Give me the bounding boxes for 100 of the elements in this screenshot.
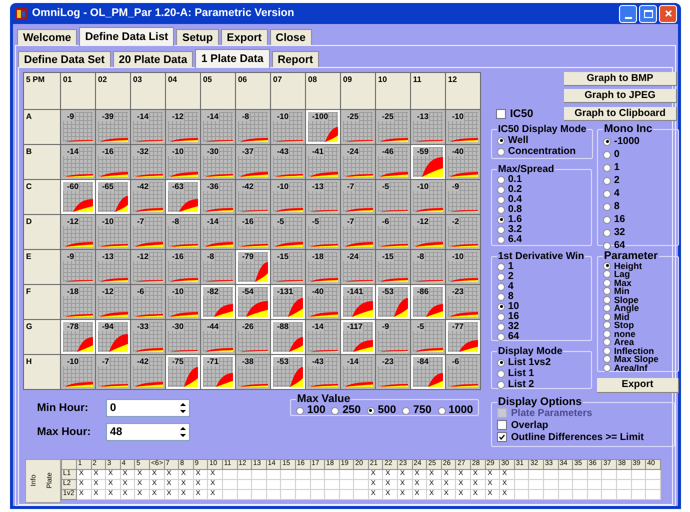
row-header: F — [24, 285, 60, 319]
check-icon — [498, 433, 506, 441]
curve-drawing — [135, 174, 163, 177]
well-value: -82 — [203, 287, 219, 296]
radio-button[interactable] — [497, 380, 505, 388]
graph-button[interactable]: Graph to Clipboard — [564, 107, 677, 122]
tab[interactable]: Define Data Set — [18, 51, 111, 67]
radio-button[interactable] — [603, 278, 611, 287]
row-header: E — [24, 250, 60, 284]
radio-button[interactable] — [603, 287, 611, 296]
radio-button[interactable] — [603, 228, 611, 236]
checkbox[interactable] — [497, 420, 507, 430]
curve-drawing — [345, 174, 373, 177]
spin-field[interactable]: 48 — [106, 423, 190, 441]
radio-button[interactable] — [402, 406, 410, 414]
radio-button[interactable] — [497, 302, 505, 310]
radio-button[interactable] — [497, 196, 505, 204]
well-value: -7 — [133, 217, 144, 226]
radio-button[interactable] — [497, 186, 505, 194]
spin-arrows-icon[interactable] — [179, 401, 187, 415]
radio-button[interactable] — [497, 292, 505, 300]
tab[interactable]: Welcome — [17, 29, 78, 45]
radio-button[interactable] — [603, 346, 611, 355]
well-value: -26 — [238, 322, 254, 331]
curve-drawing — [65, 174, 93, 177]
radio-button[interactable] — [603, 164, 611, 172]
radio-button[interactable] — [603, 330, 611, 338]
radio-button[interactable] — [603, 176, 611, 184]
radio-label: 1000 — [448, 405, 473, 416]
curve-drawing — [184, 367, 198, 387]
minimize-button[interactable] — [619, 4, 637, 22]
radio-button[interactable] — [603, 190, 611, 198]
radio-button[interactable] — [497, 176, 505, 184]
radio-button[interactable] — [497, 148, 505, 156]
radio-button[interactable] — [603, 364, 611, 372]
radio-label: -1000 — [614, 136, 640, 146]
radio-button[interactable] — [497, 206, 505, 214]
tab[interactable]: Close — [270, 29, 312, 45]
graph-button[interactable]: Graph to JPEG — [564, 89, 677, 103]
tab[interactable]: Export — [220, 29, 268, 45]
graph-button[interactable]: Graph to BMP — [564, 72, 677, 86]
curve-drawing — [100, 278, 128, 282]
spin-arrows-icon[interactable] — [179, 425, 187, 439]
tab[interactable]: Setup — [176, 29, 219, 45]
radio-label: 1 — [614, 162, 620, 172]
radio-button[interactable] — [497, 226, 505, 234]
checkbox[interactable] — [497, 432, 507, 442]
close-icon — [664, 9, 672, 18]
maximize-button[interactable] — [639, 4, 657, 22]
radio-button[interactable] — [497, 136, 505, 144]
curve-drawing — [415, 348, 443, 352]
radio-button[interactable] — [497, 312, 505, 320]
well-value: -12 — [413, 217, 429, 226]
radio-button[interactable] — [603, 216, 611, 224]
radio-button[interactable] — [497, 272, 505, 280]
well-value: -14 — [203, 217, 219, 226]
radio-button[interactable] — [603, 242, 611, 250]
radio-button[interactable] — [603, 138, 611, 146]
radio-button[interactable] — [497, 236, 505, 244]
tab[interactable]: 20 Plate Data — [112, 51, 194, 67]
tab[interactable]: Define Data List — [79, 27, 174, 46]
radio-button[interactable] — [603, 262, 611, 270]
tab[interactable]: 1 Plate Data — [195, 49, 270, 68]
radio-button[interactable] — [296, 406, 304, 414]
radio-button[interactable] — [603, 304, 611, 312]
spin-field[interactable]: 0 — [106, 399, 190, 417]
radio-button[interactable] — [497, 370, 505, 378]
field-label: Max Hour: — [37, 424, 92, 440]
close-button[interactable] — [659, 4, 677, 22]
radio-button[interactable] — [497, 216, 505, 224]
radio-button[interactable] — [603, 312, 611, 321]
radio-button[interactable] — [603, 270, 611, 278]
radio-label: Max — [614, 278, 632, 287]
curve-drawing — [310, 172, 338, 177]
radio-button[interactable] — [497, 262, 505, 270]
radio-button[interactable] — [603, 355, 611, 364]
curve-drawing — [135, 382, 163, 387]
radio-button[interactable] — [603, 338, 611, 346]
radio-button[interactable] — [497, 358, 505, 366]
well-value: -7 — [98, 357, 110, 366]
well-value: -23 — [448, 287, 464, 296]
radio-button[interactable] — [497, 332, 505, 340]
row-header: A — [24, 110, 60, 144]
radio-button[interactable] — [603, 202, 611, 210]
curve-drawing — [77, 337, 93, 352]
tab[interactable]: Report — [272, 51, 320, 67]
radio-button[interactable] — [497, 282, 505, 290]
radio-button[interactable] — [497, 322, 505, 330]
checkbox[interactable] — [496, 109, 506, 120]
radio-button[interactable] — [603, 321, 611, 330]
radio-button[interactable] — [438, 406, 446, 414]
field-label: Min Hour: — [37, 400, 90, 416]
radio-button[interactable] — [331, 406, 340, 414]
group-title: Display Mode — [497, 346, 564, 356]
export-button[interactable]: Export — [597, 378, 679, 392]
well-value: -39 — [98, 112, 114, 121]
radio-button[interactable] — [366, 406, 375, 414]
well-value: -10 — [273, 112, 289, 121]
radio-button[interactable] — [603, 150, 611, 158]
radio-button[interactable] — [603, 296, 611, 304]
